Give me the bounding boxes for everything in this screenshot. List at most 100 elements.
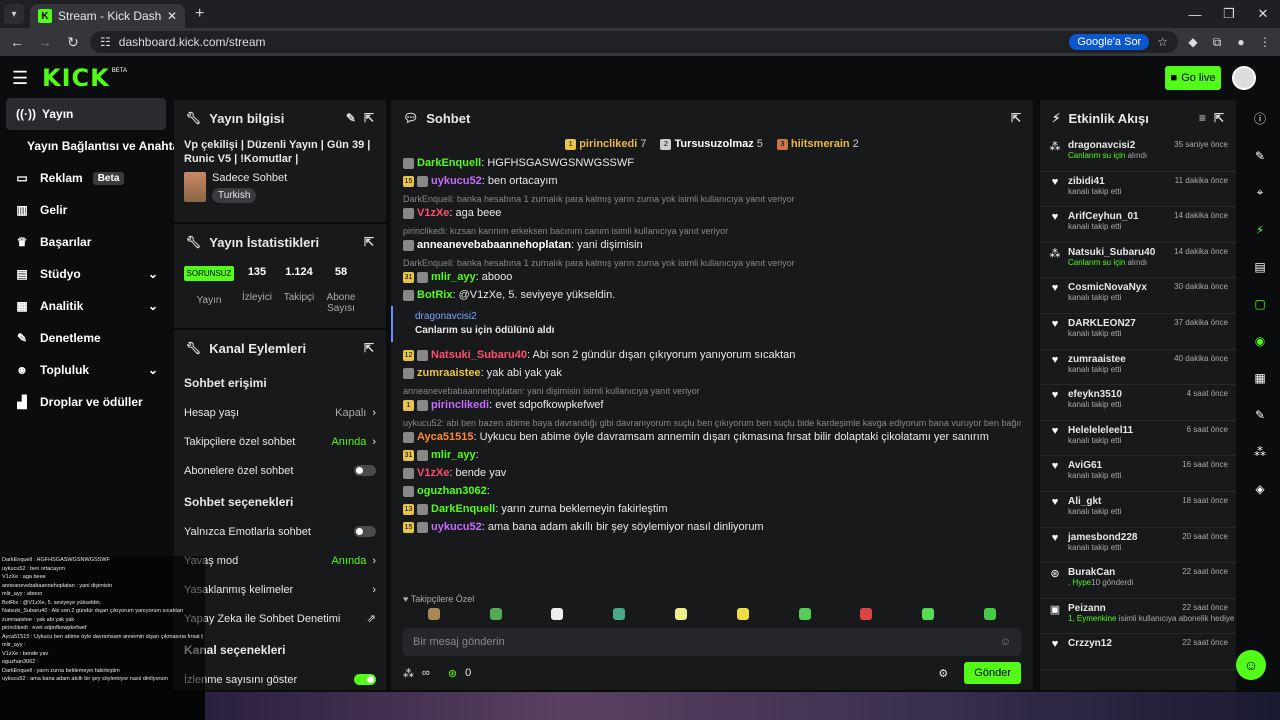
activity-event[interactable]: ♥ Heleleleleel11 kanalı takip etti 6 saat ö… <box>1040 421 1236 457</box>
chat-username[interactable]: V1zXe <box>417 207 449 219</box>
chat-username[interactable]: mlir_ayy <box>431 449 476 461</box>
activity-event[interactable]: ♥ DARKLEON27 kanalı takip etti 37 dakika ön… <box>1040 314 1236 350</box>
chat-message[interactable]: 15 uykucu52: ama bana adam akıllı bir şey… <box>403 520 1021 534</box>
edit-icon[interactable]: ✎ <box>1240 137 1280 174</box>
chat-message[interactable]: zumraaistee: yak abi yak yak <box>403 366 1021 380</box>
reward-icon[interactable]: ⁂ <box>1240 433 1280 470</box>
activity-event[interactable]: ♥ jamesbond228 kanalı takip etti 20 saat ön… <box>1040 528 1236 564</box>
chat-message[interactable]: 13 DarkEnquell: yarın zurna beklemeyin fa… <box>403 502 1021 516</box>
popout-icon[interactable]: ⇱ <box>1011 111 1021 125</box>
edit-icon[interactable]: ✎ <box>346 111 356 125</box>
chat-message[interactable]: oguzhan3062: <box>403 484 1021 498</box>
emote-icon[interactable] <box>798 608 811 620</box>
chat-username[interactable]: Ayca51515 <box>417 431 473 443</box>
tab-search-icon[interactable]: ▾ <box>4 4 24 24</box>
activity-event[interactable]: ♥ zibidi41 kanalı takip etti 11 dakika önce <box>1040 172 1236 208</box>
url-field[interactable]: ☷ dashboard.kick.com/stream Google'a Sor… <box>90 31 1178 53</box>
info-icon[interactable]: ⓘ <box>1240 100 1280 137</box>
chat-username[interactable]: uykucu52 <box>431 175 482 187</box>
emoji-icon[interactable]: ☺ <box>1000 636 1011 648</box>
chat-username[interactable]: BotRix <box>417 289 452 301</box>
emote-icon[interactable] <box>984 608 997 620</box>
emote-only-toggle[interactable] <box>354 526 376 537</box>
camera-icon[interactable]: ⌖ <box>1240 174 1280 211</box>
chat-message[interactable]: anneanevebabaannehoplatan: yani dişimisi… <box>403 384 1021 412</box>
activity-event[interactable]: ♥ AviG61 kanalı takip etti 16 saat önce <box>1040 456 1236 492</box>
profile-icon[interactable]: ● <box>1232 33 1250 51</box>
chat-input[interactable]: Bir mesaj gönderin ☺ <box>403 628 1021 656</box>
activity-event[interactable]: ♥ CosmicNovaNyx kanalı takip etti 30 dakika… <box>1040 278 1236 314</box>
avatar[interactable] <box>1232 66 1256 90</box>
emote-icon[interactable] <box>613 608 626 620</box>
browser-menu-icon[interactable]: ⋮ <box>1256 33 1274 51</box>
reload-icon[interactable]: ↻ <box>62 31 84 53</box>
activity-event[interactable]: ♥ Crzzyn12 22 saat önce <box>1040 634 1236 670</box>
lightning-icon[interactable]: ⚡︎ <box>1240 211 1280 248</box>
sidebar-item-stream-key[interactable]: Yayın Bağlantısı ve Anahtarı <box>0 130 187 162</box>
followers-only-row[interactable]: Takipçilere özel sohbet Anında › <box>174 427 386 456</box>
settings-gear-icon[interactable]: ⚙ <box>938 667 948 680</box>
sidebar-item-studyo[interactable]: ▤ Stüdyo ⌄ <box>0 258 172 290</box>
sidebar-item-analitik[interactable]: ▦ Analitik ⌄ <box>0 290 172 322</box>
chat-username[interactable]: Natsuki_Subaru40 <box>431 349 527 361</box>
banned-words-row[interactable]: Yasaklanmış kelimeler › <box>174 575 386 604</box>
activity-event[interactable]: ♥ efeykn3510 kanalı takip etti 4 saat önce <box>1040 385 1236 421</box>
tab-kick-dashboard[interactable]: K Stream - Kick Dashboard ✕ <box>30 4 185 28</box>
go-live-button[interactable]: ■ Go live <box>1165 66 1221 90</box>
back-icon[interactable]: ← <box>6 31 28 53</box>
show-viewcount-toggle[interactable] <box>354 674 376 685</box>
emote-icon[interactable] <box>427 608 440 620</box>
kicks-icon[interactable]: ⊛ <box>448 667 457 680</box>
account-age-row[interactable]: Hesap yaşı Kapalı › <box>174 398 386 427</box>
chat-bubble-icon[interactable]: ▢ <box>1240 285 1280 322</box>
gifter-1[interactable]: 1 pirinclikedi 7 <box>565 138 646 150</box>
chat-username[interactable]: V1zXe <box>417 467 449 479</box>
stats-icon[interactable]: ▦ <box>1240 359 1280 396</box>
filter-icon[interactable]: ≡ <box>1199 111 1206 125</box>
maximize-icon[interactable]: ❐ <box>1212 0 1246 28</box>
chat-message[interactable]: DarkEnquell: HGFHSGASWGSNWGSSWF <box>403 156 1021 170</box>
chat-username[interactable]: DarkEnquell <box>431 503 495 515</box>
popout-icon[interactable]: ⇱ <box>364 235 374 249</box>
chat-message[interactable]: DarkEnquell: banka hesabına 1 zurnalık p… <box>403 192 1021 220</box>
activity-event[interactable]: ⊛ BurakCan, Hype10 gönderdi 22 saat önce <box>1040 563 1236 599</box>
sidebar-item-basarilar[interactable]: ♛ Başarılar <box>0 226 172 258</box>
emote-icon[interactable] <box>675 608 688 620</box>
emote-icon[interactable] <box>736 608 749 620</box>
activity-event[interactable]: ⁂ dragonavcisi2 Canlarım su için alındı 35 … <box>1040 136 1236 172</box>
wrench-icon[interactable]: ✎ <box>1240 396 1280 433</box>
chat-message[interactable]: pirinclikedi: kızsan karınım erkeksen ba… <box>403 224 1021 252</box>
activity-event[interactable]: ♥ zumraaistee kanalı takip etti 40 dakika ö… <box>1040 350 1236 386</box>
kick-logo[interactable]: KICK <box>42 64 110 92</box>
chat-username[interactable]: uykucu52 <box>431 521 482 533</box>
activity-event[interactable]: ▣ Peizann 1, Eymenkine isimli kullanıcıya … <box>1040 599 1236 635</box>
gifter-2[interactable]: 2 Tursusuzolmaz 5 <box>660 138 763 150</box>
chat-message[interactable]: V1zXe: bende yav <box>403 466 1021 480</box>
close-tab-icon[interactable]: ✕ <box>167 9 177 23</box>
sidebar-item-reklam[interactable]: ▭ Reklam Beta <box>0 162 172 194</box>
emote-icon[interactable] <box>860 608 873 620</box>
chat-username[interactable]: mlir_ayy <box>431 271 476 283</box>
sidebar-item-yayin[interactable]: ((·)) Yayın <box>6 98 166 130</box>
chat-username[interactable]: zumraaistee <box>417 367 481 379</box>
subscribers-only-toggle[interactable] <box>354 465 376 476</box>
sidebar-item-droplar[interactable]: ▟ Droplar ve ödüller <box>0 386 172 418</box>
channel-points-icon[interactable]: ⁂ <box>403 667 414 680</box>
chat-username[interactable]: DarkEnquell <box>417 157 481 169</box>
activity-event[interactable]: ♥ Ali_gkt kanalı takip etti 18 saat önce <box>1040 492 1236 528</box>
sidebar-item-denetleme[interactable]: ✎ Denetleme <box>0 322 172 354</box>
chat-username[interactable]: pirinclikedi <box>431 399 489 411</box>
bookmark-star-icon[interactable]: ☆ <box>1157 35 1168 49</box>
send-button[interactable]: Gönder <box>964 662 1021 684</box>
popout-icon[interactable]: ⇱ <box>364 341 374 355</box>
hamburger-menu-icon[interactable]: ☰ <box>12 68 42 89</box>
minimize-icon[interactable]: — <box>1178 0 1212 28</box>
diamond-icon[interactable]: ◈ <box>1240 470 1280 507</box>
new-tab-icon[interactable]: + <box>195 5 204 23</box>
forward-icon[interactable]: → <box>34 31 56 53</box>
popout-icon[interactable]: ⇱ <box>364 111 374 125</box>
broadcast-icon[interactable]: ◉ <box>1240 322 1280 359</box>
emote-icon[interactable] <box>551 608 564 620</box>
chat-message[interactable]: uykucu52: abi ben bazen abime baya davra… <box>403 416 1021 444</box>
ai-moderation-row[interactable]: Yapay Zeka ile Sohbet Denetimi ⇗ <box>174 604 386 633</box>
